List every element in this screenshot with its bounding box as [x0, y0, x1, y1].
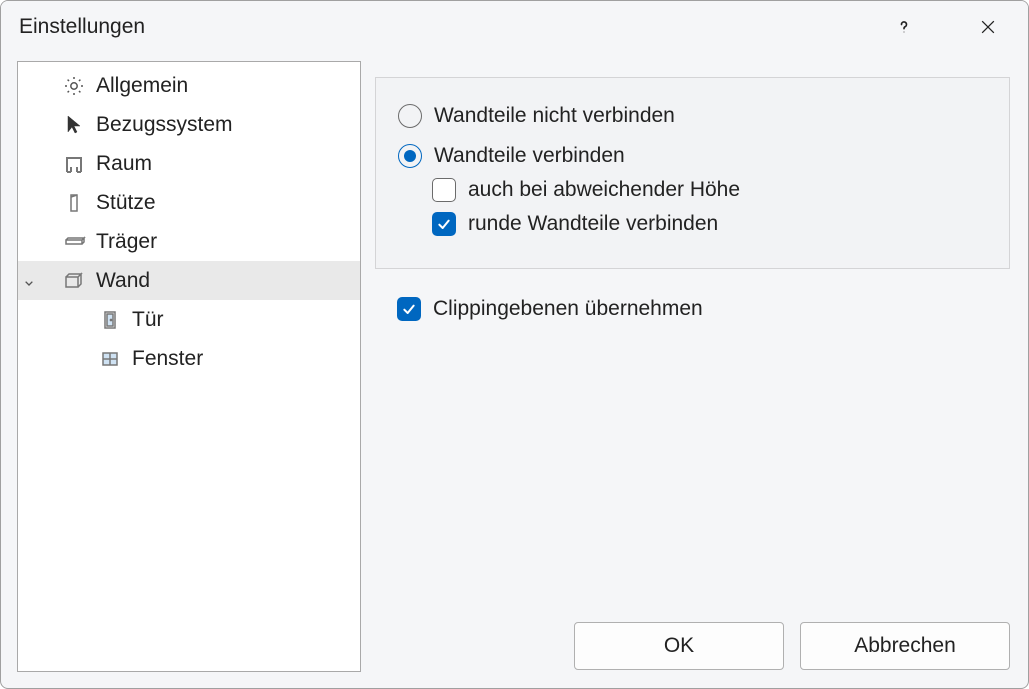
tree-expand-toggle — [18, 144, 40, 183]
check-label: auch bei abweichender Höhe — [468, 178, 740, 202]
tree-item-sttze[interactable]: Stütze — [18, 183, 360, 222]
tree-item-allgemein[interactable]: Allgemein — [18, 66, 360, 105]
cancel-button[interactable]: Abbrechen — [800, 622, 1010, 670]
tree-expand-toggle — [18, 105, 40, 144]
help-icon — [894, 17, 914, 37]
tree-item-label: Raum — [96, 152, 152, 176]
radio-wall-connect[interactable]: Wandteile verbinden — [398, 144, 987, 168]
cursor-icon — [60, 111, 88, 139]
tree-expand-toggle[interactable] — [18, 261, 40, 300]
wall-icon — [60, 267, 88, 295]
tree-item-label: Wand — [96, 269, 150, 293]
gear-icon — [60, 72, 88, 100]
tree-item-label: Allgemein — [96, 74, 188, 98]
tree-item-wand[interactable]: Wand — [18, 261, 360, 300]
tree-item-fenster[interactable]: Fenster — [18, 339, 360, 378]
tree-item-label: Träger — [96, 230, 157, 254]
settings-content: Wandteile nicht verbinden Wandteile verb… — [361, 53, 1028, 688]
ok-button[interactable]: OK — [574, 622, 784, 670]
tree-item-label: Stütze — [96, 191, 156, 215]
column-icon — [60, 189, 88, 217]
tree-expand-toggle — [18, 66, 40, 105]
wall-connect-group: Wandteile nicht verbinden Wandteile verb… — [375, 77, 1010, 269]
close-icon — [978, 17, 998, 37]
check-label: Clippingebenen übernehmen — [433, 297, 703, 321]
beam-icon — [60, 228, 88, 256]
tree-item-label: Tür — [132, 308, 164, 332]
door-icon — [96, 306, 124, 334]
help-button[interactable] — [882, 5, 926, 49]
check-label: runde Wandteile verbinden — [468, 212, 718, 236]
tree-item-raum[interactable]: Raum — [18, 144, 360, 183]
settings-tree[interactable]: Allgemein Bezugssystem Raum Stütze Träger Wan… — [17, 61, 361, 672]
tree-item-label: Bezugssystem — [96, 113, 233, 137]
check-diff-height[interactable]: auch bei abweichender Höhe — [432, 178, 987, 202]
tree-item-label: Fenster — [132, 347, 203, 371]
dialog-button-row: OK Abbrechen — [574, 622, 1010, 670]
settings-dialog: Einstellungen Allgemein Bezugssystem Raum S… — [0, 0, 1029, 689]
titlebar: Einstellungen — [1, 1, 1028, 53]
radio-label: Wandteile nicht verbinden — [434, 104, 675, 128]
check-clipping-planes[interactable]: Clippingebenen übernehmen — [397, 297, 1010, 321]
radio-wall-not-connect[interactable]: Wandteile nicht verbinden — [398, 104, 987, 128]
close-button[interactable] — [966, 5, 1010, 49]
tree-expand-toggle — [18, 339, 40, 378]
tree-expand-toggle — [18, 300, 40, 339]
tree-expand-toggle — [18, 222, 40, 261]
room-icon — [60, 150, 88, 178]
window-icon — [96, 345, 124, 373]
tree-item-tr[interactable]: Tür — [18, 300, 360, 339]
radio-label: Wandteile verbinden — [434, 144, 625, 168]
tree-item-bezugssystem[interactable]: Bezugssystem — [18, 105, 360, 144]
chevron-down-icon — [21, 273, 37, 289]
tree-item-trger[interactable]: Träger — [18, 222, 360, 261]
window-title: Einstellungen — [19, 15, 882, 39]
tree-expand-toggle — [18, 183, 40, 222]
check-round-walls[interactable]: runde Wandteile verbinden — [432, 212, 987, 236]
